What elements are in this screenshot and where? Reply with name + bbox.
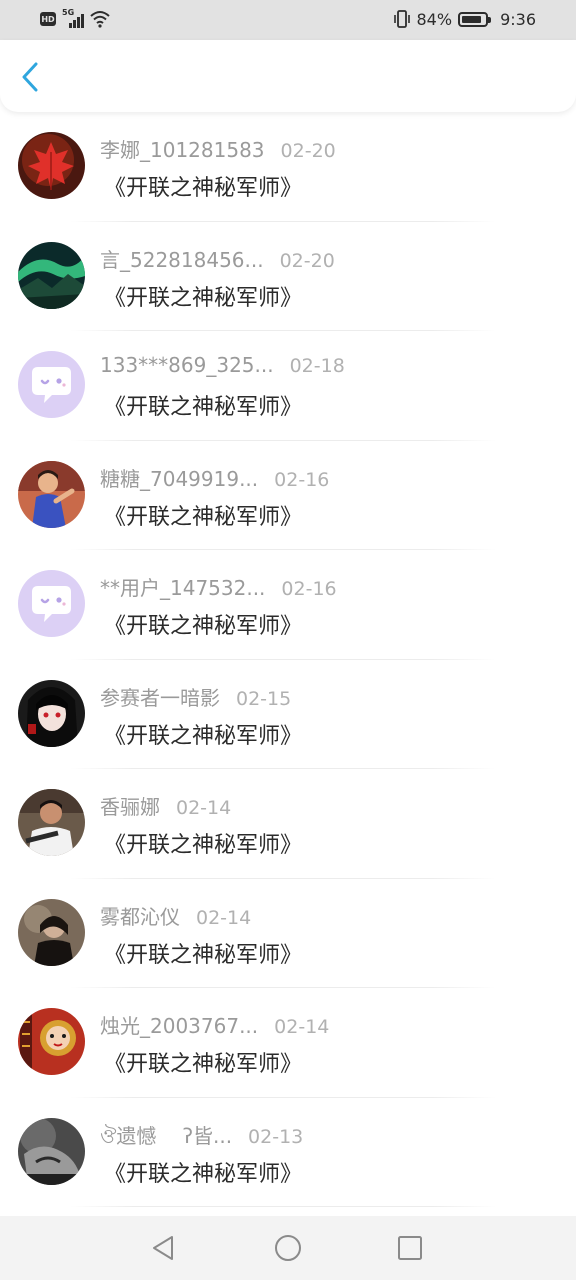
avatar[interactable] <box>18 1117 85 1185</box>
book-title[interactable]: 《开联之神秘军师》 <box>104 499 302 531</box>
author-name[interactable]: 烛光_2003767... <box>100 1010 258 1039</box>
book-title[interactable]: 《开联之神秘军师》 <box>104 170 302 202</box>
list-item[interactable]: 133***869_325... 02-18 《开联之神秘军师》 <box>0 331 576 441</box>
post-date: 02-16 <box>281 578 337 600</box>
system-nav-bar <box>0 1216 576 1280</box>
avatar[interactable] <box>18 898 85 966</box>
vibrate-icon <box>393 10 410 28</box>
author-line: 李娜_101281583 02-20 <box>100 134 336 163</box>
post-date: 02-14 <box>196 906 252 929</box>
divider <box>70 1206 496 1207</box>
battery-fill <box>462 15 481 23</box>
book-title[interactable]: 《开联之神秘军师》 <box>104 1156 302 1188</box>
header <box>0 40 576 112</box>
wifi-icon <box>90 11 110 28</box>
book-title[interactable]: 《开联之神秘军师》 <box>104 280 302 312</box>
signal-strength-icon: 5G <box>62 8 84 28</box>
square-recents-icon[interactable] <box>396 1234 424 1262</box>
author-line: 雾都沁仪 02-14 <box>100 901 251 930</box>
author-line: ঔ遗憾 ʔ皆... 02-13 <box>100 1120 303 1155</box>
author-line: 糖糖_7049919... 02-16 <box>100 463 329 492</box>
network-type-label: 5G <box>62 8 75 17</box>
list-item[interactable]: 香骊娜 02-14 《开联之神秘军师》 <box>0 769 576 879</box>
avatar[interactable] <box>18 241 85 309</box>
avatar[interactable] <box>18 351 85 418</box>
list-item[interactable]: 糖糖_7049919... 02-16 《开联之神秘军师》 <box>0 441 576 550</box>
avatar[interactable] <box>18 679 85 747</box>
book-title[interactable]: 《开联之神秘军师》 <box>104 827 302 859</box>
back-button[interactable] <box>16 62 46 92</box>
book-title[interactable]: 《开联之神秘军师》 <box>104 608 302 640</box>
triangle-back-icon[interactable] <box>150 1234 178 1262</box>
author-name[interactable]: 133***869_325... <box>100 353 274 377</box>
author-name[interactable]: ঔ遗憾 ʔ皆... <box>100 1120 232 1155</box>
status-right: 84% 9:36 <box>393 9 536 29</box>
book-title[interactable]: 《开联之神秘军师》 <box>104 937 302 969</box>
avatar[interactable] <box>18 1008 85 1075</box>
avatar[interactable] <box>18 570 85 637</box>
post-date: 02-15 <box>236 687 292 710</box>
post-date: 02-20 <box>279 249 335 272</box>
author-line: 香骊娜 02-14 <box>100 791 231 820</box>
post-date: 02-18 <box>289 355 345 377</box>
post-date: 02-14 <box>176 797 232 819</box>
list-item[interactable]: 参赛者一暗影 02-15 《开联之神秘军师》 <box>0 660 576 769</box>
book-title[interactable]: 《开联之神秘军师》 <box>104 389 302 421</box>
list-item[interactable]: 烛光_2003767... 02-14 《开联之神秘军师》 <box>0 988 576 1098</box>
list-item[interactable]: 李娜_101281583 02-20 《开联之神秘军师》 <box>0 112 576 222</box>
avatar[interactable] <box>18 789 85 856</box>
post-date: 02-14 <box>274 1016 330 1038</box>
clock: 9:36 <box>500 9 536 29</box>
post-date: 02-16 <box>274 468 330 491</box>
book-title[interactable]: 《开联之神秘军师》 <box>104 1046 302 1078</box>
author-line: 言_522818456... 02-20 <box>100 244 335 273</box>
status-left: HD 5G <box>40 8 110 28</box>
author-name[interactable]: 言_522818456... <box>100 244 264 273</box>
author-line: 133***869_325... 02-18 <box>100 353 345 377</box>
hd-icon: HD <box>40 12 56 26</box>
battery-icon <box>458 11 492 27</box>
author-line: **用户_147532... 02-16 <box>100 572 337 601</box>
comment-list: 李娜_101281583 02-20 《开联之神秘军师》 言_522818456...… <box>0 112 576 1207</box>
list-item[interactable]: 雾都沁仪 02-14 《开联之神秘军师》 <box>0 879 576 988</box>
battery-percent: 84% <box>416 9 453 29</box>
post-date: 02-20 <box>280 140 336 162</box>
list-item[interactable]: 言_522818456... 02-20 《开联之神秘军师》 <box>0 222 576 331</box>
author-name[interactable]: 香骊娜 <box>100 791 160 820</box>
status-bar: HD 5G 84% 9:36 <box>0 0 576 40</box>
list-item[interactable]: ঔ遗憾 ʔ皆... 02-13 《开联之神秘军师》 <box>0 1098 576 1207</box>
book-title[interactable]: 《开联之神秘军师》 <box>104 718 302 750</box>
author-name[interactable]: 糖糖_7049919... <box>100 463 258 492</box>
author-name[interactable]: 雾都沁仪 <box>100 901 180 930</box>
author-name[interactable]: 参赛者一暗影 <box>100 682 220 711</box>
circle-home-icon[interactable] <box>274 1234 302 1262</box>
author-name[interactable]: **用户_147532... <box>100 572 265 601</box>
post-date: 02-13 <box>248 1125 304 1148</box>
avatar[interactable] <box>18 460 85 528</box>
avatar[interactable] <box>18 132 85 199</box>
author-name[interactable]: 李娜_101281583 <box>100 134 265 163</box>
list-item[interactable]: **用户_147532... 02-16 《开联之神秘军师》 <box>0 550 576 660</box>
author-line: 烛光_2003767... 02-14 <box>100 1010 329 1039</box>
author-line: 参赛者一暗影 02-15 <box>100 682 291 711</box>
